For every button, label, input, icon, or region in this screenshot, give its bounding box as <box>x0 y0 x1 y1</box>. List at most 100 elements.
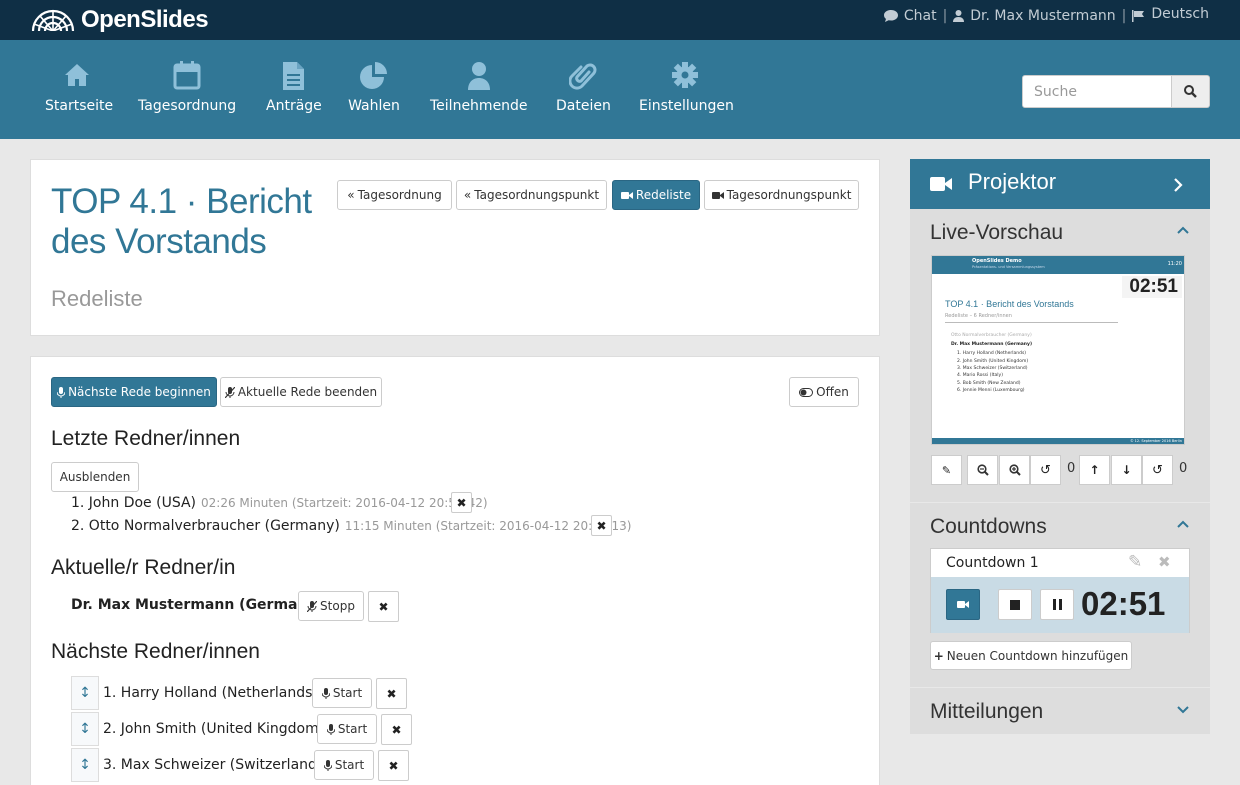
last-speakers-heading: Letzte Redner/innen <box>51 427 241 450</box>
countdowns-heading[interactable]: Countdowns <box>930 515 1047 539</box>
nav-teilnehmende[interactable]: Teilnehmende <box>430 58 528 114</box>
start-speech-button[interactable]: Start <box>312 678 372 708</box>
chevron-up-icon[interactable] <box>1177 226 1189 234</box>
pencil-icon[interactable]: ✎ <box>1128 552 1142 572</box>
last-speaker-row: 1. John Doe (USA) 02:26 Minuten (Startze… <box>71 493 488 513</box>
remove-speaker-button[interactable]: ✖ <box>451 492 472 513</box>
nav-dateien[interactable]: Dateien <box>556 58 611 114</box>
remove-speaker-button[interactable]: ✖ <box>376 678 407 709</box>
language-link[interactable]: Deutsch <box>1151 6 1209 22</box>
vertical-arrows-icon: ↕ <box>79 721 91 737</box>
gear-icon <box>672 62 698 88</box>
preview-footer-bar: © 12. September 2016 Berlin <box>932 438 1184 444</box>
remove-current-speaker-button[interactable]: ✖ <box>368 591 399 622</box>
nav-startseite[interactable]: Startseite <box>45 58 113 114</box>
button-label: Ausblenden <box>59 470 131 484</box>
preview-tagline: Präsentations- und Versammlungssystem <box>972 265 1045 269</box>
double-chevron-left-icon: « <box>347 188 355 202</box>
messages-heading[interactable]: Mitteilungen <box>930 700 1043 724</box>
document-icon <box>283 62 304 90</box>
zoom-in-icon <box>1008 464 1021 476</box>
nav-einstellungen[interactable]: Einstellungen <box>639 58 734 114</box>
remove-speaker-button[interactable]: ✖ <box>381 714 412 745</box>
stop-speech-button[interactable]: Stopp <box>298 591 364 621</box>
stop-countdown-button[interactable] <box>998 589 1032 620</box>
projector-header[interactable]: Projektor <box>910 159 1210 209</box>
project-countdown-button[interactable] <box>946 589 980 620</box>
start-speech-button[interactable]: Start <box>317 714 377 744</box>
zoom-out-button[interactable] <box>967 455 998 485</box>
app-name: OpenSlides <box>81 6 209 33</box>
live-preview-heading[interactable]: Live-Vorschau <box>930 221 1063 245</box>
scroll-level: 0 <box>1179 461 1188 476</box>
countdown-card: Countdown 1 ✎ ✖ 02:51 <box>930 548 1190 633</box>
search-input[interactable]: Suche <box>1022 75 1172 108</box>
home-icon <box>65 64 89 86</box>
undo-icon: ↺ <box>1040 462 1051 478</box>
arrow-down-icon: ↓ <box>1121 463 1132 477</box>
current-speaker-heading: Aktuelle/r Redner/in <box>51 556 236 579</box>
nav-label: Anträge <box>266 98 322 114</box>
nav-label: Teilnehmende <box>430 98 528 114</box>
microphone-slash-icon <box>224 386 235 398</box>
hide-last-speakers-button[interactable]: Ausblenden <box>51 462 139 492</box>
next-speaker-name: 1. Harry Holland (Netherlands) <box>103 685 318 701</box>
zoom-out-icon <box>976 464 989 476</box>
back-to-agenda-button[interactable]: « Tagesordnung <box>337 180 452 210</box>
chevron-down-icon[interactable] <box>1177 706 1189 714</box>
countdowns-section: Countdowns Countdown 1 ✎ ✖ 02:51 + Neuen… <box>910 503 1210 687</box>
microphone-icon <box>326 723 335 735</box>
back-to-item-button[interactable]: « Tagesordnungspunkt <box>456 180 607 210</box>
video-camera-icon <box>620 191 633 199</box>
last-speaker-row: 2. Otto Normalverbraucher (Germany) 11:1… <box>71 516 631 536</box>
preview-last-speaker: Otto Normalverbraucher (Germany) <box>951 333 1032 338</box>
button-label: Tagesordnungspunkt <box>474 188 600 202</box>
nav-antraege[interactable]: Anträge <box>266 58 322 114</box>
pencil-icon: ✎ <box>941 463 952 477</box>
nav-wahlen[interactable]: Wahlen <box>348 58 400 114</box>
vertical-arrows-icon: ↕ <box>79 685 91 701</box>
search-box: Suche <box>1022 75 1210 108</box>
search-button[interactable] <box>1172 75 1210 108</box>
nav-label: Einstellungen <box>639 98 734 114</box>
button-label: Nächste Rede beginnen <box>68 385 211 399</box>
project-item-button[interactable]: Tagesordnungspunkt <box>704 180 859 210</box>
live-preview-section: Live-Vorschau OpenSlides Demo Präsentati… <box>910 209 1210 502</box>
microphone-slash-icon <box>307 600 318 612</box>
scroll-up-button[interactable]: ↑ <box>1079 455 1110 485</box>
preview-speaker-line: 6. Jennie Menni (Luxembourg) <box>957 388 1025 393</box>
scroll-down-button[interactable]: ↓ <box>1111 455 1142 485</box>
reset-zoom-button[interactable]: ↺ <box>1030 455 1061 485</box>
app-logo[interactable]: OpenSlides <box>31 6 209 34</box>
end-speech-button[interactable]: Aktuelle Rede beenden <box>220 377 382 407</box>
reset-scroll-button[interactable]: ↺ <box>1142 455 1173 485</box>
pause-countdown-button[interactable] <box>1040 589 1074 620</box>
drag-handle[interactable]: ↕ <box>71 712 99 746</box>
remove-speaker-button[interactable]: ✖ <box>378 750 409 781</box>
drag-handle[interactable]: ↕ <box>71 676 99 710</box>
drag-handle[interactable]: ↕ <box>71 748 99 782</box>
project-speakers-button[interactable]: Redeliste <box>612 180 700 210</box>
chat-icon <box>883 10 898 22</box>
next-speaker-button[interactable]: Nächste Rede beginnen <box>51 377 217 407</box>
add-countdown-button[interactable]: + Neuen Countdown hinzufügen <box>930 641 1132 670</box>
close-icon: ✖ <box>456 495 467 510</box>
chevron-up-icon[interactable] <box>1177 520 1189 528</box>
nav-label: Startseite <box>45 98 114 114</box>
button-label: Neuen Countdown hinzufügen <box>946 648 1129 663</box>
close-icon[interactable]: ✖ <box>1158 553 1171 571</box>
user-menu-link[interactable]: Dr. Max Mustermann <box>970 8 1115 24</box>
remove-speaker-button[interactable]: ✖ <box>591 515 612 536</box>
preview-speaker-line: 5. Bob Smith (New Zealand) <box>957 381 1021 386</box>
nav-tagesordnung[interactable]: Tagesordnung <box>138 58 236 114</box>
zoom-in-button[interactable] <box>999 455 1030 485</box>
chat-link[interactable]: Chat <box>904 8 937 24</box>
projector-preview[interactable]: OpenSlides Demo Präsentations- und Versa… <box>931 255 1185 445</box>
preview-clock: 11:20 <box>1167 261 1182 267</box>
page-header: TOP 4.1 · Bericht des Vorstands Redelist… <box>30 159 880 336</box>
start-speech-button[interactable]: Start <box>314 750 374 780</box>
list-open-toggle[interactable]: Offen <box>789 377 859 407</box>
button-label: Offen <box>816 385 849 399</box>
preview-speaker-line: 3. Max Schweizer (Switzerland) <box>957 366 1028 371</box>
edit-projector-button[interactable]: ✎ <box>931 455 962 485</box>
